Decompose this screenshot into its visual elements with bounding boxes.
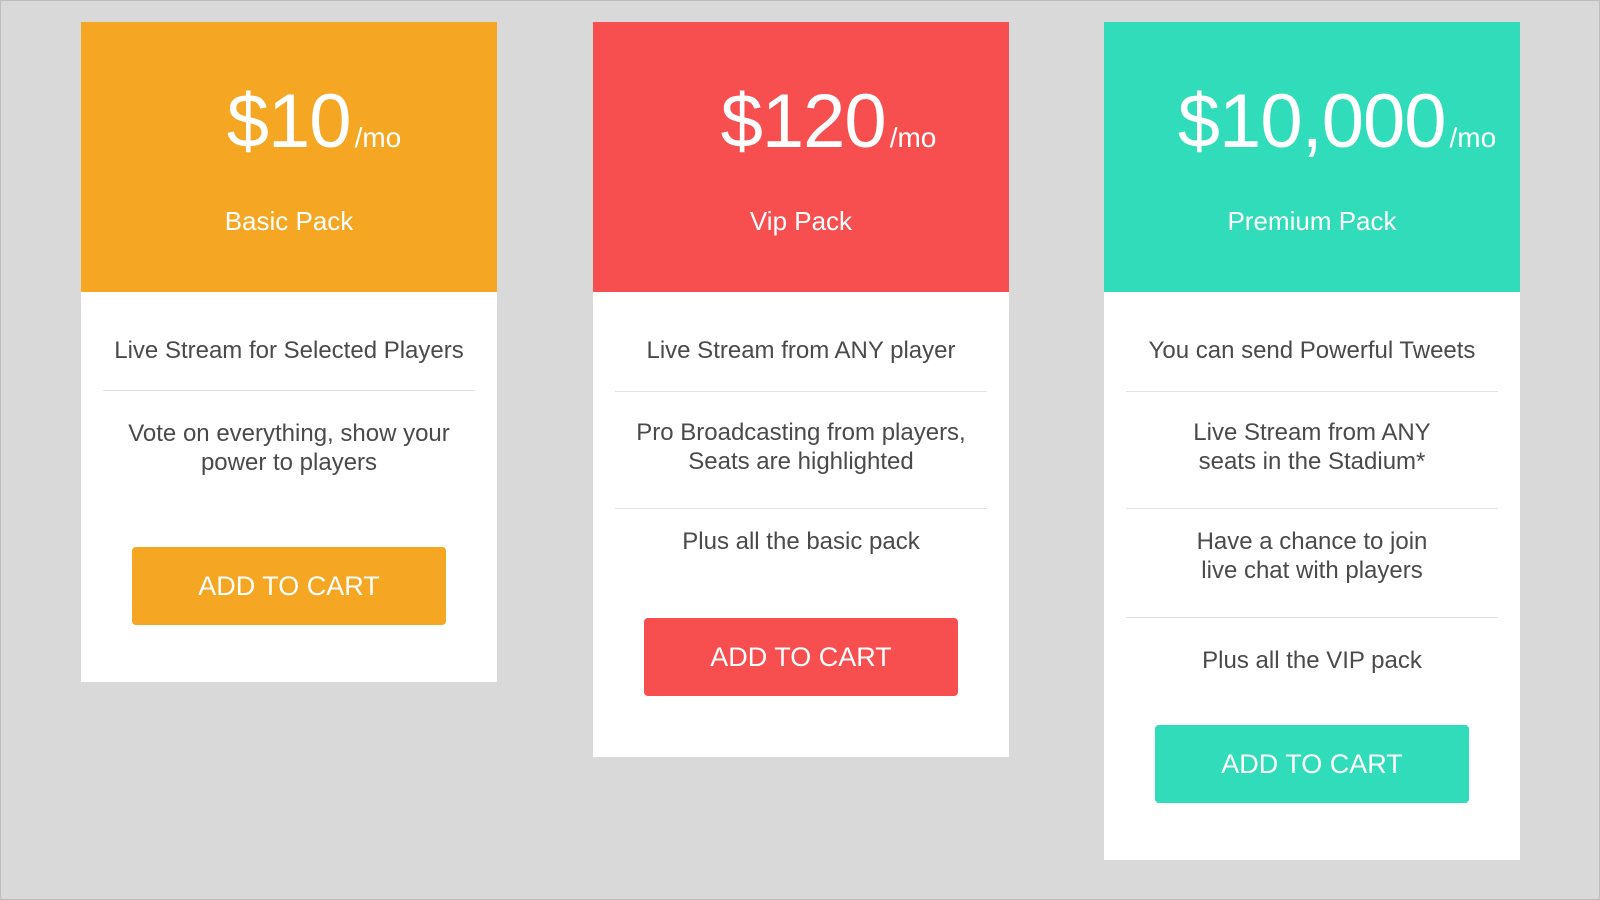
pack-name: Vip Pack	[749, 206, 853, 236]
card-header: $10,000/mo Premium Pack	[1104, 22, 1520, 292]
add-to-cart-button[interactable]: ADD TO CART	[132, 547, 446, 625]
feature-item: Plus all the basic pack	[682, 528, 920, 555]
feature-item: You can send Powerful Tweets	[1126, 292, 1498, 392]
pack-name: Premium Pack	[1227, 206, 1397, 236]
feature-item: Pro Broadcasting from players, Seats are…	[615, 392, 987, 509]
feature-item: Live Stream from ANY seats in the Stadiu…	[1126, 392, 1498, 509]
feature-item: Plus all the VIP pack	[1202, 647, 1422, 674]
feature-list: You can send Powerful Tweets Live Stream…	[1126, 292, 1498, 675]
pack-name: Basic Pack	[224, 206, 354, 236]
feature-item: Live Stream for Selected Players	[103, 292, 475, 391]
feature-list: Live Stream for Selected Players Vote on…	[103, 292, 475, 503]
price-period: /mo	[1449, 122, 1497, 153]
pricing-card-basic: $10/mo Basic Pack Live Stream for Select…	[81, 22, 497, 682]
add-to-cart-button[interactable]: ADD TO CART	[644, 618, 958, 696]
price-period: /mo	[354, 122, 402, 153]
card-header: $120/mo Vip Pack	[593, 22, 1009, 292]
price-amount: $120	[720, 79, 887, 164]
feature-item: Have a chance to join live chat with pla…	[1126, 509, 1498, 618]
price: $120/mo	[593, 84, 1009, 160]
price-amount: $10	[226, 79, 352, 164]
price-amount: $10,000	[1177, 79, 1447, 164]
pricing-card-premium: $10,000/mo Premium Pack You can send Pow…	[1104, 22, 1520, 860]
card-header: $10/mo Basic Pack	[81, 22, 497, 292]
price: $10,000/mo	[1104, 84, 1520, 160]
price-period: /mo	[889, 122, 937, 153]
feature-item: Vote on everything, show your power to p…	[128, 420, 450, 476]
feature-list: Live Stream from ANY player Pro Broadcas…	[615, 292, 987, 556]
feature-item: Live Stream from ANY player	[615, 292, 987, 392]
add-to-cart-button[interactable]: ADD TO CART	[1155, 725, 1469, 803]
price: $10/mo	[81, 84, 497, 160]
pricing-card-vip: $120/mo Vip Pack Live Stream from ANY pl…	[593, 22, 1009, 757]
